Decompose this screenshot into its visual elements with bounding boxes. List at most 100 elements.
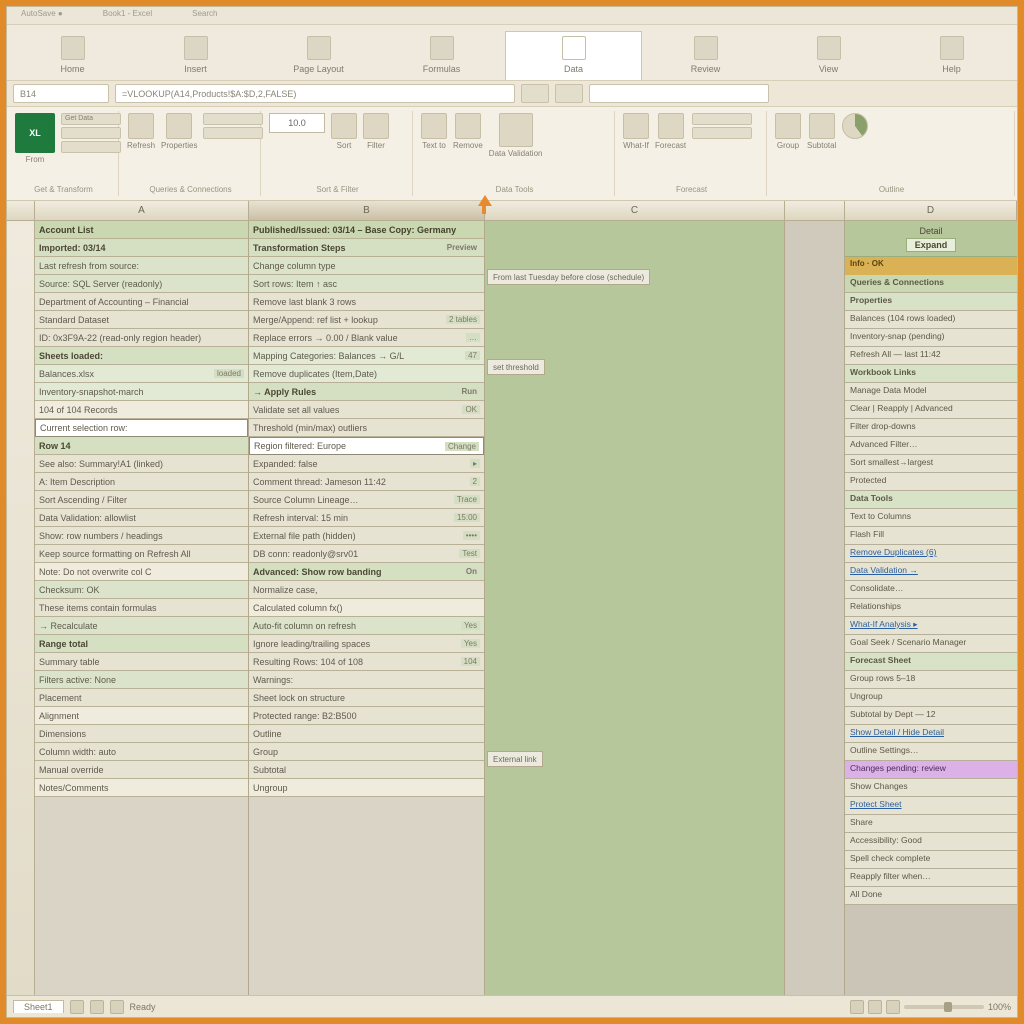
cell[interactable]: Ungroup bbox=[249, 779, 484, 797]
cell[interactable]: Standard Dataset bbox=[35, 311, 248, 329]
cell[interactable]: Balances.xlsxloaded bbox=[35, 365, 248, 383]
col-header-E[interactable]: D bbox=[845, 201, 1017, 220]
select-all-corner[interactable] bbox=[7, 201, 35, 220]
cell[interactable]: Region filtered: EuropeChange bbox=[249, 437, 484, 455]
side-row[interactable]: Show Changes bbox=[845, 779, 1017, 797]
what-if-button[interactable]: What-If bbox=[623, 113, 649, 150]
side-row[interactable]: Sort smallest→largest bbox=[845, 455, 1017, 473]
data-validation-button[interactable]: Data Validation bbox=[489, 113, 543, 158]
tab-insert[interactable]: Insert bbox=[136, 36, 255, 80]
cell[interactable]: Validate set all valuesOK bbox=[249, 401, 484, 419]
cell[interactable]: Imported: 03/14 bbox=[35, 239, 248, 257]
tab-home[interactable]: Home bbox=[13, 36, 132, 80]
zoom-slider[interactable] bbox=[904, 1005, 984, 1009]
cell[interactable]: Checksum: OK bbox=[35, 581, 248, 599]
cell[interactable]: Last refresh from source: bbox=[35, 257, 248, 275]
side-row[interactable]: Protected bbox=[845, 473, 1017, 491]
cell[interactable]: External file path (hidden)•••• bbox=[249, 527, 484, 545]
cell[interactable]: Manual override bbox=[35, 761, 248, 779]
tab-view[interactable]: View bbox=[769, 36, 888, 80]
text-to-columns-button[interactable]: Text to bbox=[421, 113, 447, 150]
col-header-C[interactable]: C bbox=[485, 201, 785, 220]
cell[interactable]: Published/Issued: 03/14 – Base Copy: Ger… bbox=[249, 221, 484, 239]
sheet-tab[interactable]: Sheet1 bbox=[13, 1000, 64, 1013]
side-row[interactable]: Consolidate… bbox=[845, 581, 1017, 599]
cell[interactable]: Normalize case, bbox=[249, 581, 484, 599]
side-row[interactable]: Share bbox=[845, 815, 1017, 833]
side-row[interactable]: Spell check complete bbox=[845, 851, 1017, 869]
cell[interactable]: Account List bbox=[35, 221, 248, 239]
name-box[interactable]: B14 bbox=[13, 84, 109, 103]
cell[interactable]: Remove last blank 3 rows bbox=[249, 293, 484, 311]
page-break-view-icon[interactable] bbox=[886, 1000, 900, 1014]
side-row[interactable]: Show Detail / Hide Detail bbox=[845, 725, 1017, 743]
cell[interactable]: See also: Summary!A1 (linked) bbox=[35, 455, 248, 473]
side-row[interactable]: Subtotal by Dept — 12 bbox=[845, 707, 1017, 725]
cell[interactable]: Inventory-snapshot-march bbox=[35, 383, 248, 401]
floating-note[interactable]: External link bbox=[487, 751, 543, 767]
cell[interactable]: Sheet lock on structure bbox=[249, 689, 484, 707]
cell[interactable]: → Recalculate bbox=[35, 617, 248, 635]
cell[interactable]: These items contain formulas bbox=[35, 599, 248, 617]
tab-formulas[interactable]: Formulas bbox=[382, 36, 501, 80]
cell[interactable]: Dimensions bbox=[35, 725, 248, 743]
cell[interactable]: Replace errors → 0.00 / Blank value… bbox=[249, 329, 484, 347]
cell[interactable]: Note: Do not overwrite col C bbox=[35, 563, 248, 581]
cell[interactable]: ID: 0x3F9A-22 (read-only region header) bbox=[35, 329, 248, 347]
tab-data[interactable]: Data bbox=[505, 31, 642, 80]
row-numbers[interactable] bbox=[7, 221, 35, 995]
cell[interactable]: Comment thread: Jameson 11:422 bbox=[249, 473, 484, 491]
cell[interactable]: Subtotal bbox=[249, 761, 484, 779]
cell[interactable]: Warnings: bbox=[249, 671, 484, 689]
side-row[interactable]: Reapply filter when… bbox=[845, 869, 1017, 887]
floating-note[interactable]: set threshold bbox=[487, 359, 545, 375]
side-row[interactable]: Queries & Connections bbox=[845, 275, 1017, 293]
tab-page-layout[interactable]: Page Layout bbox=[259, 36, 378, 80]
side-row[interactable]: Flash Fill bbox=[845, 527, 1017, 545]
cell[interactable]: Sheets loaded: bbox=[35, 347, 248, 365]
cell[interactable]: A: Item Description bbox=[35, 473, 248, 491]
cell[interactable]: DB conn: readonly@srv01Test bbox=[249, 545, 484, 563]
col-header-A[interactable]: A bbox=[35, 201, 249, 220]
cell[interactable]: Refresh interval: 15 min15:00 bbox=[249, 509, 484, 527]
side-row[interactable]: Manage Data Model bbox=[845, 383, 1017, 401]
cell[interactable]: Source: SQL Server (readonly) bbox=[35, 275, 248, 293]
search-hint[interactable]: Search bbox=[192, 9, 217, 22]
nav-prev-icon[interactable] bbox=[90, 1000, 104, 1014]
side-row[interactable]: Accessibility: Good bbox=[845, 833, 1017, 851]
side-row[interactable]: Refresh All — last 11:42 bbox=[845, 347, 1017, 365]
cell[interactable]: Source Column Lineage…Trace bbox=[249, 491, 484, 509]
cell[interactable]: Row 14 bbox=[35, 437, 248, 455]
cell[interactable]: Group bbox=[249, 743, 484, 761]
side-row[interactable]: Changes pending: review bbox=[845, 761, 1017, 779]
side-row[interactable]: Group rows 5–18 bbox=[845, 671, 1017, 689]
cell[interactable]: Advanced: Show row bandingOn bbox=[249, 563, 484, 581]
sheet-area[interactable]: Account ListImported: 03/14Last refresh … bbox=[35, 221, 1017, 995]
cell[interactable]: Filters active: None bbox=[35, 671, 248, 689]
side-row[interactable]: Clear | Reapply | Advanced bbox=[845, 401, 1017, 419]
cell[interactable]: Threshold (min/max) outliers bbox=[249, 419, 484, 437]
cell[interactable]: Ignore leading/trailing spacesYes bbox=[249, 635, 484, 653]
cell[interactable]: Remove duplicates (Item,Date) bbox=[249, 365, 484, 383]
group-button[interactable]: Group bbox=[775, 113, 801, 150]
side-row[interactable]: Ungroup bbox=[845, 689, 1017, 707]
side-row[interactable]: Workbook Links bbox=[845, 365, 1017, 383]
remove-duplicates-button[interactable]: Remove bbox=[453, 113, 483, 150]
cell[interactable]: Placement bbox=[35, 689, 248, 707]
cell[interactable]: Sort rows: Item ↑ asc bbox=[249, 275, 484, 293]
properties-button[interactable]: Properties bbox=[161, 113, 197, 150]
cell[interactable]: Sort Ascending / Filter bbox=[35, 491, 248, 509]
autosave-toggle[interactable]: AutoSave ● bbox=[21, 9, 63, 22]
filter-button[interactable]: Filter bbox=[363, 113, 389, 150]
cell[interactable]: Protected range: B2:B500 bbox=[249, 707, 484, 725]
side-row[interactable]: Balances (104 rows loaded) bbox=[845, 311, 1017, 329]
side-row[interactable]: What-If Analysis ▸ bbox=[845, 617, 1017, 635]
cell[interactable]: Summary table bbox=[35, 653, 248, 671]
tab-help[interactable]: Help bbox=[892, 36, 1011, 80]
cell[interactable]: Expanded: false▸ bbox=[249, 455, 484, 473]
col-header-D[interactable] bbox=[785, 201, 845, 220]
expand-formula-bar-icon[interactable] bbox=[555, 84, 583, 103]
chart-button[interactable] bbox=[842, 113, 868, 139]
side-row[interactable]: All Done bbox=[845, 887, 1017, 905]
cell[interactable]: 104 of 104 Records bbox=[35, 401, 248, 419]
